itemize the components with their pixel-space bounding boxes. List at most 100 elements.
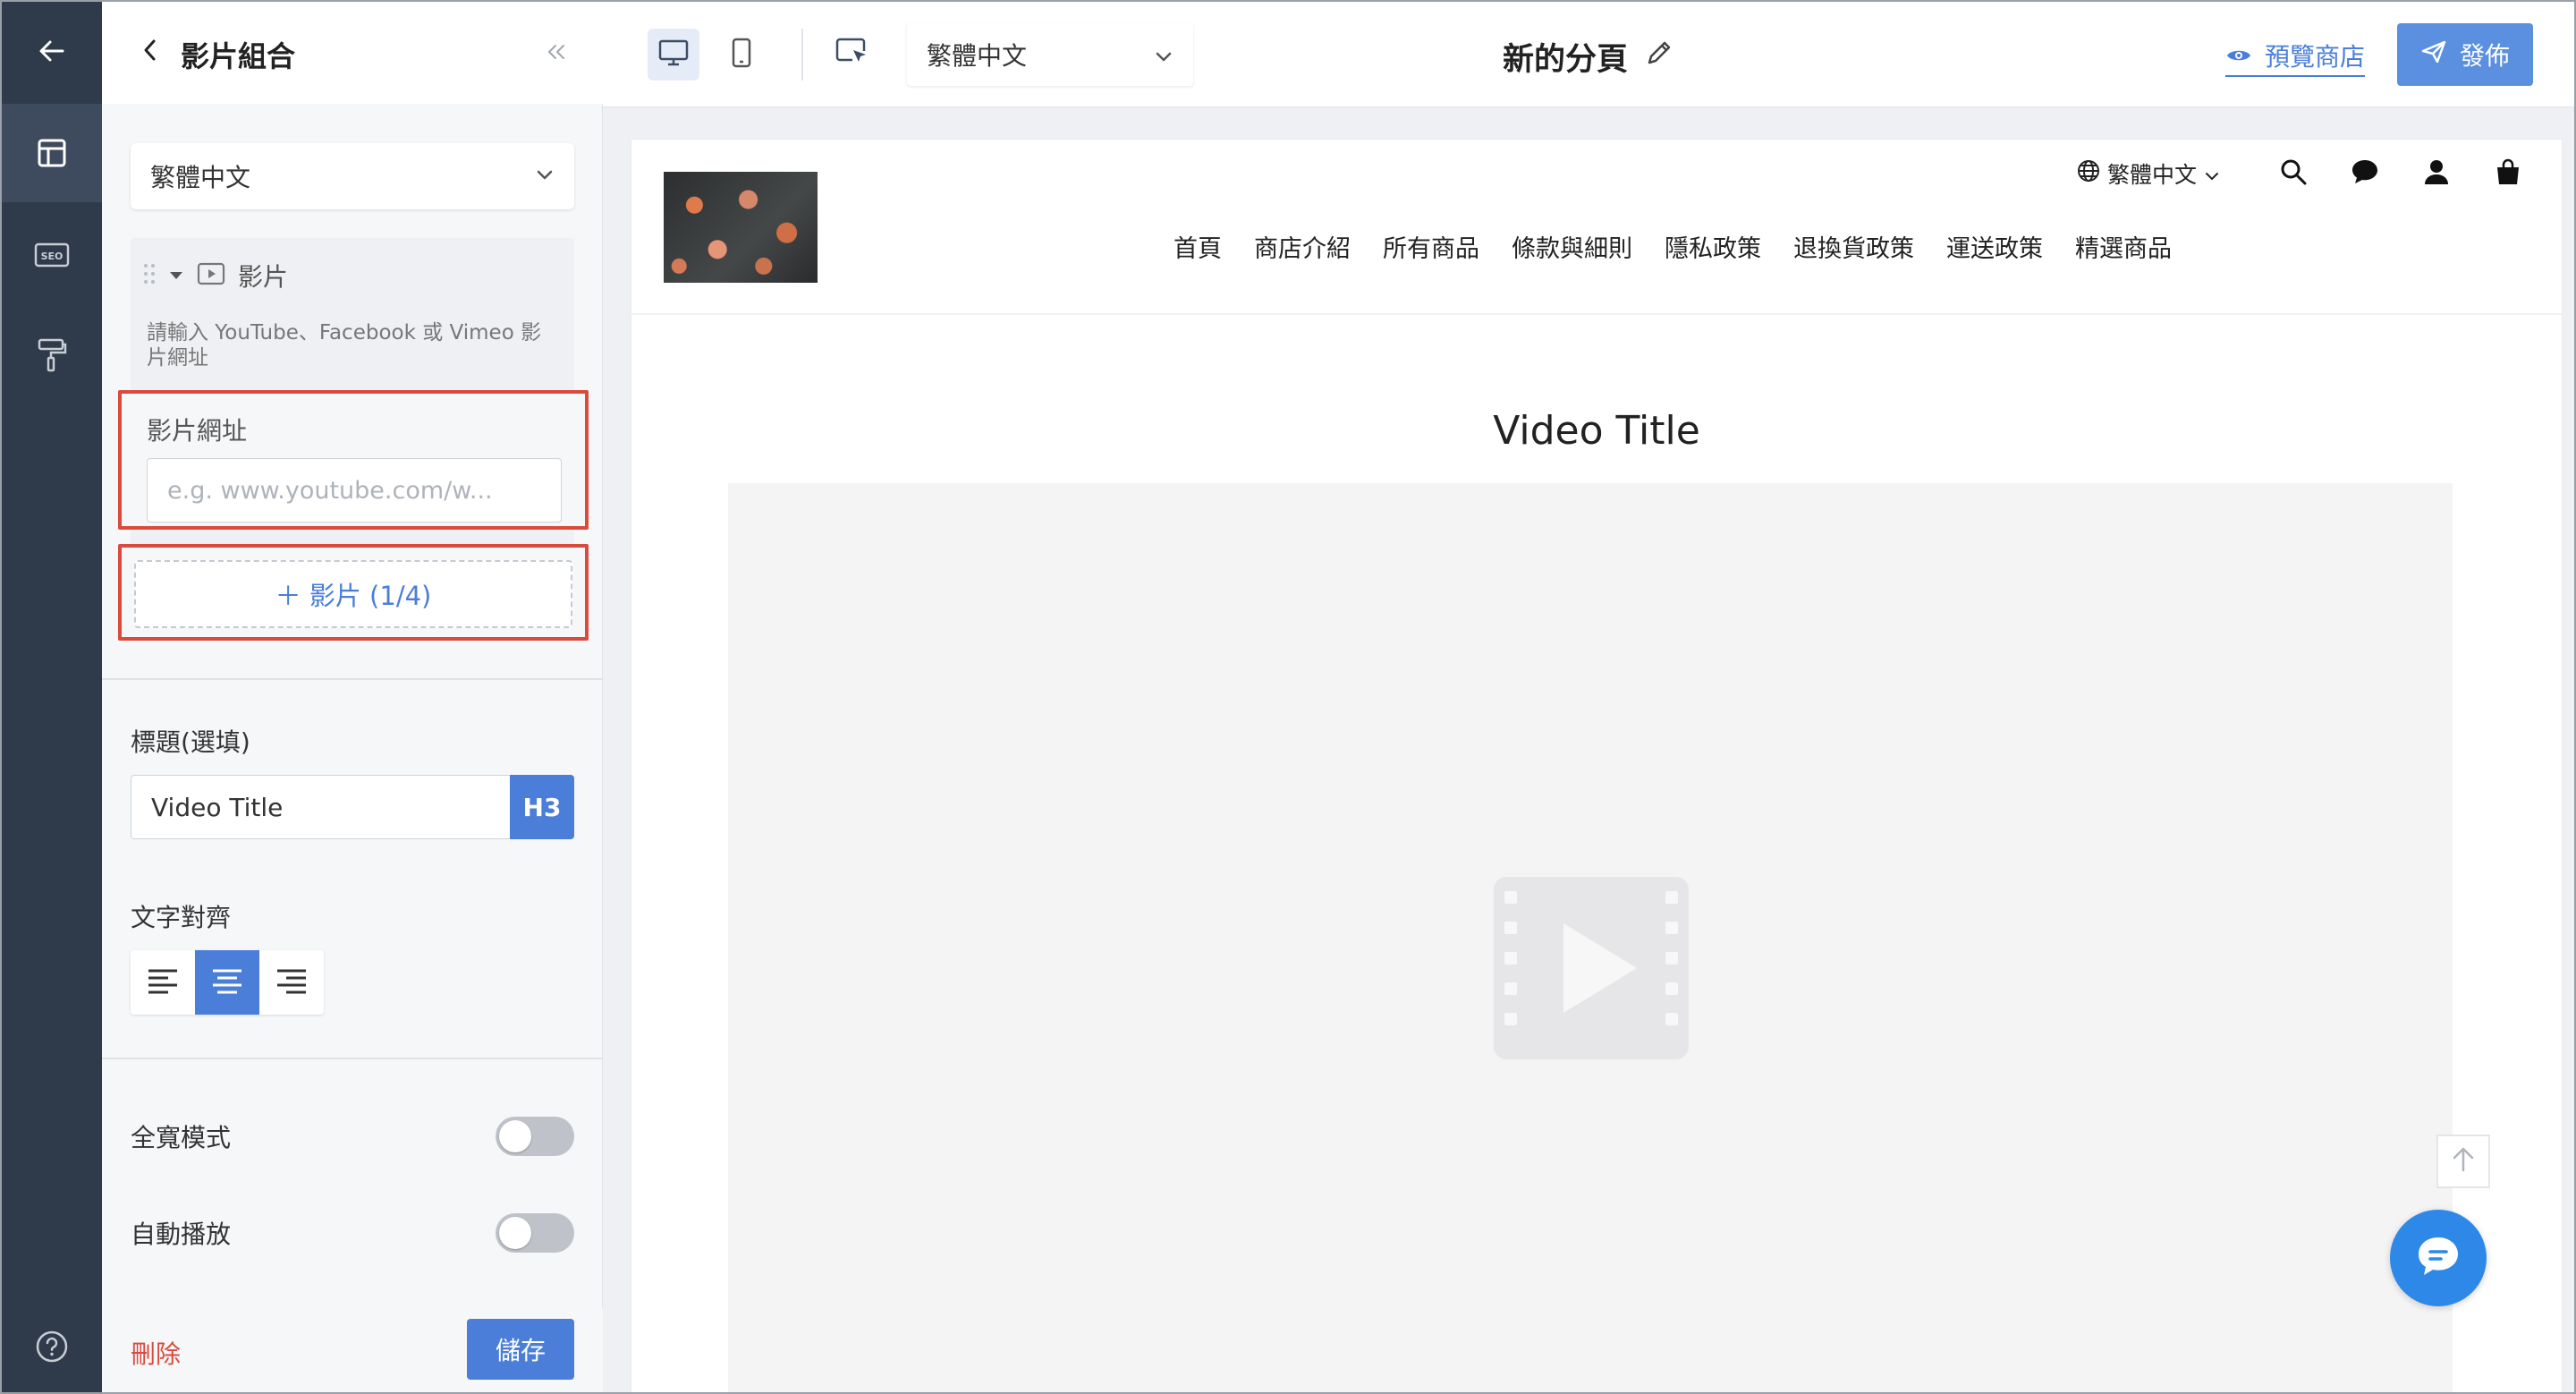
arrow-left-icon xyxy=(36,35,68,67)
settings-panel: 影片組合 繁體中文 影片 請輸入 YouTube、Facebook 或 Vime… xyxy=(102,2,603,1392)
chevron-down-icon xyxy=(535,168,555,185)
svg-text:SEO: SEO xyxy=(41,251,64,262)
publish-label: 發佈 xyxy=(2459,41,2510,71)
video-block-header: 影片 xyxy=(143,258,288,293)
store-language-value: 繁體中文 xyxy=(2107,162,2198,188)
chat-fab-button[interactable] xyxy=(2390,1210,2487,1306)
rail-theme-button[interactable] xyxy=(2,306,102,404)
heading-label: 標題(選填) xyxy=(131,727,250,757)
toolbar-language-select[interactable]: 繁體中文 xyxy=(907,23,1193,86)
page-name: 新的分頁 xyxy=(1503,34,1674,80)
store-nav-item[interactable]: 商店介紹 xyxy=(1254,229,1351,264)
store-cart-button[interactable] xyxy=(2488,154,2528,193)
caret-down-icon[interactable] xyxy=(168,268,184,285)
heading-level-button[interactable]: H3 xyxy=(510,775,574,839)
rail-seo-button[interactable]: SEO xyxy=(2,206,102,304)
full-width-label: 全寬模式 xyxy=(131,1123,232,1152)
store-nav-item[interactable]: 運送政策 xyxy=(1946,229,2043,264)
align-right-button[interactable] xyxy=(259,950,324,1015)
video-url-field-group: 影片網址 e.g. www.youtube.com/w... xyxy=(118,390,589,530)
store-nav-item[interactable]: 條款與細則 xyxy=(1512,229,1632,264)
publish-button[interactable]: 發佈 xyxy=(2397,23,2533,86)
desktop-icon xyxy=(657,38,690,71)
drag-handle-icon[interactable] xyxy=(143,262,156,289)
add-video-button[interactable]: ＋ 影片 (1/4) xyxy=(134,560,572,628)
collapse-panel-button[interactable] xyxy=(540,38,572,70)
preview-store-link[interactable]: 預覽商店 xyxy=(2225,38,2366,77)
layout-icon xyxy=(36,137,68,169)
scroll-to-top-button[interactable] xyxy=(2436,1135,2490,1188)
left-rail: SEO xyxy=(2,2,102,1392)
panel-language-value: 繁體中文 xyxy=(150,163,251,192)
store-message-button[interactable] xyxy=(2345,154,2385,193)
video-section-title: Video Title xyxy=(1493,408,1700,454)
heading-input[interactable]: Video Title xyxy=(131,775,510,839)
store-logo[interactable] xyxy=(664,172,818,283)
store-nav-item[interactable]: 精選商品 xyxy=(2075,229,2172,264)
store-header: 繁體中文 首頁 商店介紹 所有商品 條款與細則 隱私政策 退換貨政策 運送政策 … xyxy=(631,140,2562,315)
top-toolbar: 繁體中文 新的分頁 預覽商店 發佈 xyxy=(603,2,2574,107)
store-language-select[interactable]: 繁體中文 xyxy=(2077,157,2220,190)
toolbar-language-value: 繁體中文 xyxy=(927,41,1028,71)
align-center-icon xyxy=(211,967,243,998)
heading-row: Video Title H3 xyxy=(131,775,574,839)
shopping-bag-icon xyxy=(2494,157,2522,190)
video-url-input[interactable]: e.g. www.youtube.com/w... xyxy=(147,458,562,523)
panel-footer: 刪除 儲存 xyxy=(102,1308,603,1392)
globe-icon xyxy=(2077,159,2100,188)
desktop-view-button[interactable] xyxy=(648,29,699,81)
cursor-select-icon xyxy=(835,37,870,72)
chevron-down-icon xyxy=(2204,161,2220,187)
paint-roller-icon xyxy=(36,337,68,373)
store-nav-item[interactable]: 所有商品 xyxy=(1383,229,1479,264)
add-video-group: ＋ 影片 (1/4) xyxy=(118,544,589,641)
panel-language-select[interactable]: 繁體中文 xyxy=(131,143,574,209)
pencil-icon[interactable] xyxy=(1644,38,1674,76)
store-account-button[interactable] xyxy=(2417,154,2456,193)
full-width-row: 全寬模式 xyxy=(131,1115,574,1158)
save-button[interactable]: 儲存 xyxy=(467,1319,574,1380)
divider xyxy=(102,1058,603,1059)
video-icon xyxy=(197,261,225,290)
arrow-up-icon xyxy=(2451,1146,2476,1177)
autoplay-label: 自動播放 xyxy=(131,1220,232,1249)
store-nav: 首頁 商店介紹 所有商品 條款與細則 隱私政策 退換貨政策 運送政策 精選商品 xyxy=(1174,229,2172,264)
align-right-icon xyxy=(275,967,308,998)
text-align-group xyxy=(131,950,324,1015)
chat-bubble-icon xyxy=(2350,157,2380,190)
search-icon xyxy=(2279,157,2308,190)
video-placeholder[interactable] xyxy=(728,483,2453,1392)
select-element-button[interactable] xyxy=(826,29,878,81)
store-nav-item[interactable]: 隱私政策 xyxy=(1665,229,1761,264)
store-search-button[interactable] xyxy=(2274,154,2313,193)
user-icon xyxy=(2422,157,2451,190)
store-icons xyxy=(2274,154,2528,193)
store-nav-item[interactable]: 退換貨政策 xyxy=(1793,229,1914,264)
align-left-button[interactable] xyxy=(131,950,195,1015)
send-icon xyxy=(2420,39,2447,71)
rail-layout-button[interactable] xyxy=(2,104,102,202)
mobile-view-button[interactable] xyxy=(716,29,767,81)
video-block-hint: 請輸入 YouTube、Facebook 或 Vimeo 影片網址 xyxy=(147,321,542,370)
video-block-title: 影片 xyxy=(238,262,289,292)
panel-back-button[interactable] xyxy=(134,36,166,68)
panel-header: 影片組合 xyxy=(102,2,603,104)
autoplay-toggle[interactable] xyxy=(496,1213,574,1253)
full-width-toggle[interactable] xyxy=(496,1117,574,1156)
preview-canvas: 繁體中文 首頁 商店介紹 所有商品 條款與細則 隱私政策 退換貨政策 運送政策 … xyxy=(631,140,2562,1392)
app-window: SEO 影片組合 繁體中文 影片 請輸入 YouTube、Facebook 或 … xyxy=(0,0,2576,1394)
store-nav-item[interactable]: 首頁 xyxy=(1174,229,1222,264)
video-url-label: 影片網址 xyxy=(147,416,248,446)
autoplay-row: 自動播放 xyxy=(131,1211,574,1254)
panel-title: 影片組合 xyxy=(181,39,296,73)
rail-help-button[interactable] xyxy=(2,1297,102,1392)
eye-icon xyxy=(2225,41,2252,71)
rail-back-button[interactable] xyxy=(2,2,102,100)
chat-icon xyxy=(2415,1234,2462,1282)
chevron-left-icon xyxy=(140,38,160,66)
delete-button[interactable]: 刪除 xyxy=(131,1335,181,1371)
align-center-button[interactable] xyxy=(195,950,259,1015)
help-icon xyxy=(35,1330,69,1364)
page-name-text: 新的分頁 xyxy=(1503,42,1629,78)
double-chevron-left-icon xyxy=(546,42,567,65)
